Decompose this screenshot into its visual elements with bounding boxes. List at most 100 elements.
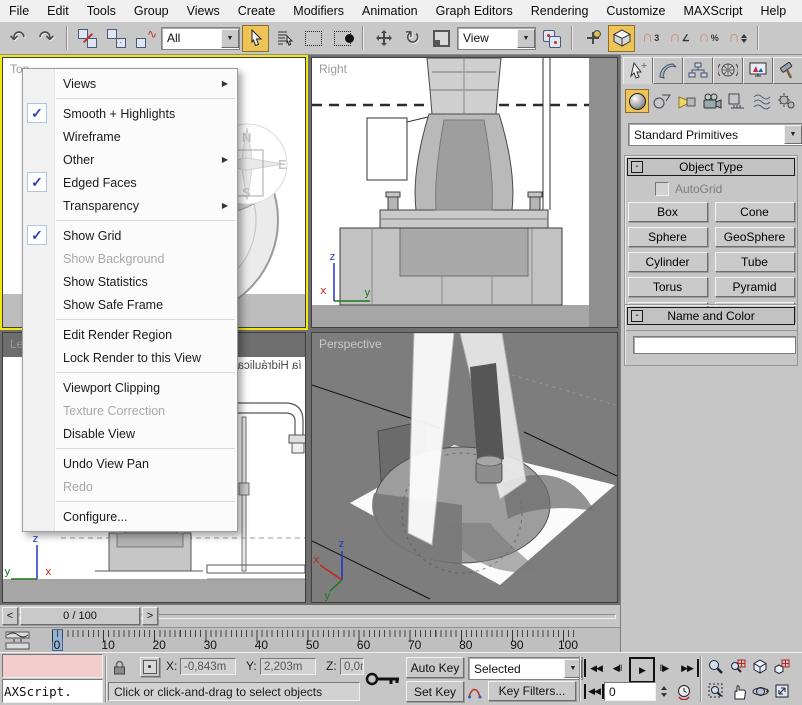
play-button[interactable]: ▶ [629, 657, 655, 683]
rectangular-selection-region-button[interactable] [300, 25, 327, 52]
menu-views[interactable]: Views [178, 1, 229, 21]
current-frame-field[interactable]: 0 [604, 682, 656, 701]
redo-button[interactable]: ↷ [33, 25, 60, 52]
context-menu-item-views[interactable]: Views▶ [23, 72, 237, 95]
previous-frame-button[interactable]: ◀‖ [608, 659, 626, 677]
menu-customize[interactable]: Customize [597, 1, 674, 21]
tab-utilities[interactable] [773, 57, 802, 84]
window-crossing-toggle[interactable] [329, 25, 356, 52]
orbit-button[interactable] [750, 681, 770, 701]
selection-lock-toggle[interactable] [110, 658, 128, 676]
context-menu-item-viewport-clipping[interactable]: Viewport Clipping [23, 376, 237, 399]
tab-create[interactable] [623, 57, 653, 84]
frame-spinner[interactable] [658, 682, 669, 701]
menu-animation[interactable]: Animation [353, 1, 427, 21]
macro-recorder-pane[interactable] [2, 654, 103, 678]
context-menu-item-show-grid[interactable]: ✓Show Grid [23, 224, 237, 247]
object-type-geosphere[interactable]: GeoSphere [715, 227, 795, 247]
tab-motion[interactable] [713, 57, 743, 84]
menu-graph-editors[interactable]: Graph Editors [427, 1, 522, 21]
spinner-snap-button[interactable]: ∩ [724, 25, 751, 52]
category-geometry[interactable] [625, 89, 649, 113]
go-to-end-button[interactable]: ▶▶ [677, 659, 699, 677]
snaps-toggle-button[interactable] [608, 25, 635, 52]
bind-to-space-warp-button[interactable]: ∿ [132, 25, 159, 52]
category-space-warps[interactable] [750, 89, 774, 113]
key-mode-toggle-button[interactable]: ◀◀ [584, 684, 604, 699]
context-menu-item-lock-render-to-this-view[interactable]: Lock Render to this View [23, 346, 237, 369]
track-bar[interactable]: 0102030405060708090100 [0, 627, 620, 653]
context-menu-item-redo[interactable]: Redo [23, 475, 237, 498]
object-type-tube[interactable]: Tube [715, 252, 795, 272]
object-type-sphere[interactable]: Sphere [628, 227, 708, 247]
context-menu-item-show-safe-frame[interactable]: Show Safe Frame [23, 293, 237, 316]
category-shapes[interactable] [650, 89, 674, 113]
use-pivot-point-center-button[interactable] [538, 25, 565, 52]
time-slider-next-button[interactable]: > [142, 607, 158, 625]
key-filters-button[interactable]: Key Filters... [488, 681, 576, 701]
next-frame-button[interactable]: ‖▶ [655, 659, 673, 677]
viewport-perspective-canvas[interactable]: z x y [312, 333, 617, 602]
menu-file[interactable]: File [0, 1, 38, 21]
open-mini-curve-editor-icon[interactable] [5, 631, 31, 650]
select-and-scale-button[interactable] [428, 25, 455, 52]
object-type-rollout-header[interactable]: - Object Type [627, 158, 795, 176]
context-menu-item-other[interactable]: Other▶ [23, 148, 237, 171]
category-systems[interactable] [775, 89, 799, 113]
object-type-pyramid[interactable]: Pyramid [715, 277, 795, 297]
undo-button[interactable]: ↶ [4, 25, 31, 52]
absolute-offset-mode-toggle[interactable] [140, 657, 160, 677]
reference-coordinate-system-dropdown[interactable]: View ▼ [457, 27, 536, 50]
set-key-mode-button[interactable] [364, 657, 402, 701]
zoom-extents-button[interactable] [750, 657, 770, 677]
viewport-right-canvas[interactable]: z y x [312, 58, 617, 327]
percent-snap-button[interactable]: ∩% [695, 25, 722, 52]
maxscript-mini-listener[interactable]: AXScript. [2, 679, 103, 703]
name-color-rollout-header[interactable]: - Name and Color [627, 307, 795, 325]
menu-tools[interactable]: Tools [78, 1, 125, 21]
time-slider-thumb[interactable]: 0 / 100 [20, 607, 140, 625]
context-menu-item-edit-render-region[interactable]: Edit Render Region [23, 323, 237, 346]
viewport-perspective[interactable]: Perspective [311, 332, 618, 603]
selection-filter-dropdown[interactable]: All ▼ [161, 27, 240, 50]
x-coord-field[interactable]: -0,843m [180, 658, 236, 675]
selection-set-dropdown[interactable]: Selected ▼ [468, 657, 583, 680]
object-type-box[interactable]: Box [628, 202, 708, 222]
dropdown-arrow-icon[interactable]: ▼ [784, 125, 802, 144]
select-and-link-button[interactable] [74, 25, 101, 52]
tab-hierarchy[interactable] [683, 57, 713, 84]
menu-help[interactable]: Help [752, 1, 796, 21]
object-type-torus[interactable]: Torus [628, 277, 708, 297]
context-menu-item-show-background[interactable]: Show Background [23, 247, 237, 270]
category-lights[interactable] [675, 89, 699, 113]
context-menu-item-disable-view[interactable]: Disable View [23, 422, 237, 445]
category-helpers[interactable] [725, 89, 749, 113]
context-menu-item-edged-faces[interactable]: ✓Edged Faces [23, 171, 237, 194]
object-type-cone[interactable]: Cone [715, 202, 795, 222]
menu-rendering[interactable]: Rendering [522, 1, 598, 21]
context-menu-item-texture-correction[interactable]: Texture Correction [23, 399, 237, 422]
menu-maxscript[interactable]: MAXScript [674, 1, 751, 21]
menu-modifiers[interactable]: Modifiers [284, 1, 353, 21]
tab-display[interactable] [743, 57, 773, 84]
auto-key-button[interactable]: Auto Key [406, 657, 464, 678]
go-to-start-button[interactable]: ◀◀ [584, 659, 606, 677]
object-name-input[interactable] [633, 336, 796, 354]
zoom-button[interactable] [706, 657, 726, 677]
select-and-manipulate-button[interactable] [579, 25, 606, 52]
pan-button[interactable] [728, 681, 748, 701]
context-menu-item-smooth-highlights[interactable]: ✓Smooth + Highlights [23, 102, 237, 125]
y-coord-field[interactable]: 2,203m [260, 658, 316, 675]
dropdown-arrow-icon[interactable]: ▼ [517, 29, 535, 48]
angle-snap-button[interactable]: ∩∠ [666, 25, 693, 52]
set-key-button[interactable]: Set Key [406, 681, 464, 702]
zoom-region-button[interactable] [706, 681, 726, 701]
category-cameras[interactable] [700, 89, 724, 113]
menu-create[interactable]: Create [229, 1, 285, 21]
spinner-up-icon[interactable] [661, 686, 667, 690]
dropdown-arrow-icon[interactable]: ▼ [221, 29, 239, 48]
context-menu-item-wireframe[interactable]: Wireframe [23, 125, 237, 148]
menu-group[interactable]: Group [125, 1, 178, 21]
maximize-viewport-toggle[interactable] [772, 681, 792, 701]
z-coord-field[interactable]: 0,0m [340, 658, 364, 675]
